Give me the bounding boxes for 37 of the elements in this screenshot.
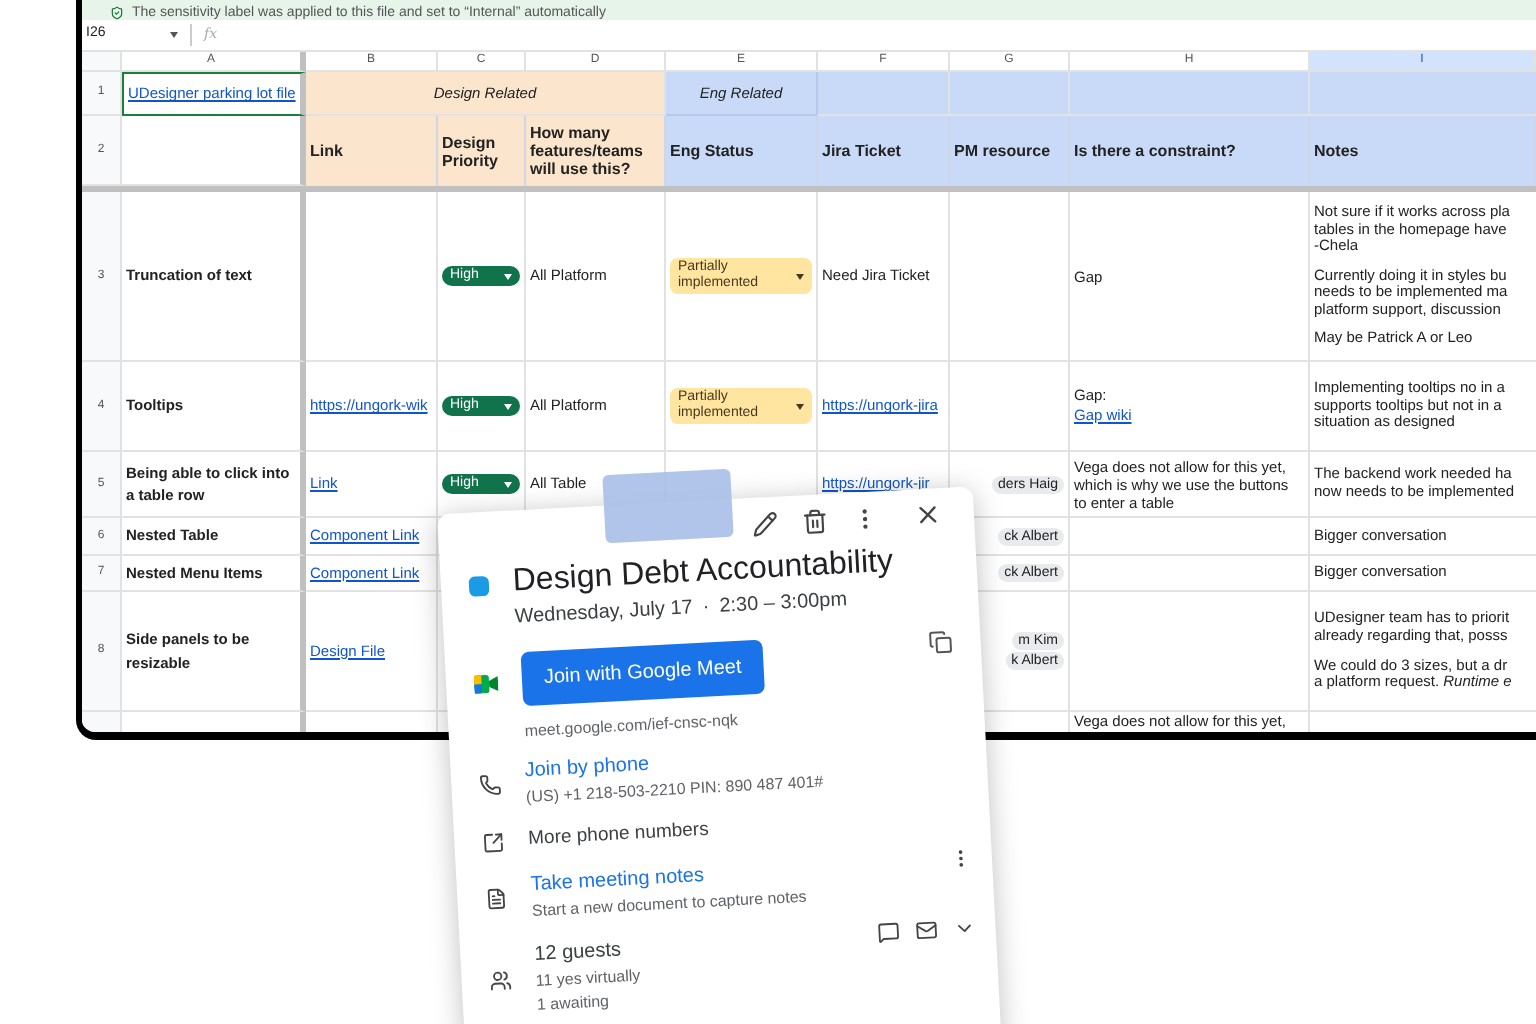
guest-status: 11 yes virtually [535,964,643,995]
column-title: Eng Status [666,116,818,186]
mail-icon[interactable] [915,919,939,943]
message-icon[interactable] [877,921,901,945]
edit-icon[interactable] [751,509,779,537]
column-title: Design Priority [438,116,526,186]
table-cell [950,72,1070,116]
more-numbers-link[interactable]: More phone numbers [527,816,710,855]
guests-icon [489,969,513,993]
column-title: Notes [1310,116,1536,186]
separator-dot: · [701,594,711,623]
column-title: PM resource [950,116,1070,186]
join-meeting-button[interactable]: Join with Google Meet [520,639,765,707]
caret-icon [504,481,512,487]
column-title: Is there a constraint? [1070,116,1310,186]
column-title: Jira Ticket [818,116,950,186]
copy-icon[interactable] [927,629,954,655]
meeting-link[interactable]: meet.google.com/ief-cnsc-nqk [524,709,739,745]
delete-icon[interactable] [801,507,829,535]
caret-icon [504,403,512,409]
caret-icon [504,273,512,279]
external-link-icon [481,830,505,854]
column-title: How many features/teams will use this? [526,116,666,186]
event-date: Wednesday, July 17 [513,595,694,633]
notes-hint: Start a new document to capture notes [531,888,810,925]
shield-icon [110,6,124,20]
video-call-icon [473,673,499,695]
event-time: 2:30 – 3:00pm [718,587,848,622]
table-cell [818,72,950,116]
guest-count: 12 guests [533,937,624,969]
column-title: Link [306,116,438,186]
caret-icon [170,32,178,38]
guest-status: 1 awaiting [536,990,612,1019]
caret-icon [796,403,804,409]
phone-icon [478,773,502,797]
caret-icon [796,273,804,279]
document-icon [484,887,508,911]
